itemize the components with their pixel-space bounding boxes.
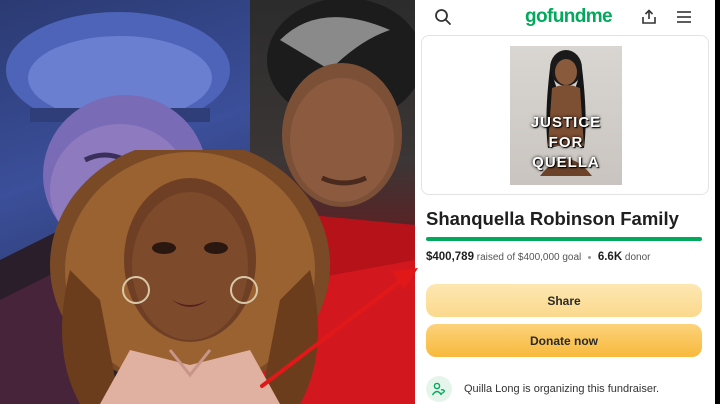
- gofundme-panel: gofundme JUSTICE FOR QUELLA Shanquella R…: [415, 0, 715, 404]
- organizer-row: Quilla Long is organizing this fundraise…: [426, 376, 711, 404]
- panel-right-edge: [715, 0, 720, 404]
- donate-now-button[interactable]: Donate now: [426, 324, 702, 357]
- raised-amount: $400,789: [426, 251, 474, 263]
- progress-fill: [426, 237, 702, 241]
- share-upload-icon[interactable]: [637, 5, 661, 29]
- search-icon[interactable]: [431, 5, 455, 29]
- organizer-text: Quilla Long is organizing this fundraise…: [464, 383, 659, 395]
- campaign-title: Shanquella Robinson Family: [426, 208, 679, 229]
- top-bar: gofundme: [415, 0, 715, 34]
- hamburger-menu-icon[interactable]: [672, 5, 696, 29]
- funding-stats: $400,789 raised of $400,000 goal 6.6K do…: [426, 251, 711, 263]
- donor-label: donor: [624, 252, 651, 263]
- separator-dot: [588, 255, 592, 259]
- gofundme-logo[interactable]: gofundme: [525, 6, 613, 28]
- organizer-suffix: is organizing this fundraiser.: [522, 383, 660, 395]
- share-button[interactable]: Share: [426, 284, 702, 317]
- goal-text: raised of $400,000 goal: [476, 252, 582, 263]
- organizer-icon: [426, 376, 452, 402]
- progress-bar: [426, 237, 702, 241]
- campaign-cover-card[interactable]: JUSTICE FOR QUELLA: [421, 35, 709, 195]
- cover-text-line: FOR: [548, 134, 584, 151]
- donor-count: 6.6K: [597, 251, 623, 263]
- campaign-cover-image: JUSTICE FOR QUELLA: [510, 46, 622, 185]
- organizer-name[interactable]: Quilla Long: [464, 383, 520, 395]
- woman-center-photo: [40, 150, 340, 404]
- cover-text-line: QUELLA: [532, 154, 600, 171]
- photo-collage: [0, 0, 415, 404]
- cover-text-line: JUSTICE: [530, 114, 602, 131]
